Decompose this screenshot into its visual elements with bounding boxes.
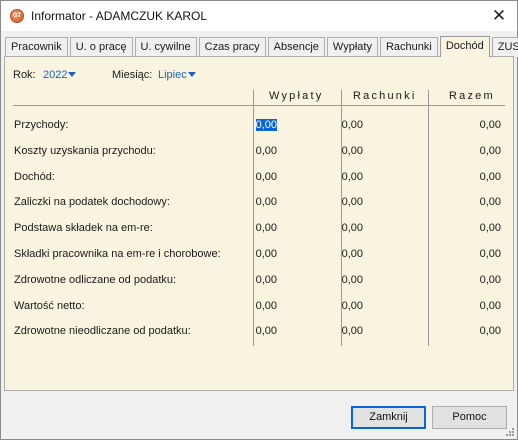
column-header-razem: Razem [449, 90, 495, 102]
row-label: Wartość netto: [14, 300, 85, 312]
value-cell[interactable]: 0,00 [217, 119, 277, 131]
value-text: 0,00 [341, 171, 363, 183]
dochod-panel: Rok: 2022 Miesiąc: Lipiec Wypłaty Rachun… [4, 56, 514, 391]
tab-rachunki[interactable]: Rachunki [379, 37, 438, 57]
value-cell[interactable]: 0,00 [441, 196, 501, 208]
value-cell[interactable]: 0,00 [441, 119, 501, 131]
value-cell[interactable]: 0,00 [303, 119, 363, 131]
value-text: 0,00 [255, 145, 277, 157]
month-label: Miesiąc: [112, 69, 153, 81]
value-cell[interactable]: 0,00 [217, 196, 277, 208]
title-bar: GT Informator - ADAMCZUK KAROL ✕ [1, 1, 517, 31]
value-text: 0,00 [479, 300, 501, 312]
tab-absencje[interactable]: Absencje [267, 37, 325, 57]
tab-dochód[interactable]: Dochód [439, 36, 490, 57]
value-text: 0,00 [255, 222, 277, 234]
value-text: 0,00 [479, 222, 501, 234]
value-cell[interactable]: 0,00 [217, 325, 277, 337]
value-text: 0,00 [341, 145, 363, 157]
value-text: 0,00 [255, 300, 277, 312]
row-label: Zdrowotne nieodliczane od podatku: [14, 325, 191, 337]
column-header-wyplaty: Wypłaty [269, 90, 324, 102]
value-text: 0,00 [255, 325, 277, 337]
value-cell[interactable]: 0,00 [217, 222, 277, 234]
value-text: 0,00 [479, 274, 501, 286]
month-value: Lipiec [158, 69, 187, 81]
month-dropdown[interactable]: Lipiec [158, 69, 196, 81]
value-cell[interactable]: 0,00 [441, 171, 501, 183]
value-cell[interactable]: 0,00 [303, 300, 363, 312]
value-text: 0,00 [479, 145, 501, 157]
column-header-rachunki: Rachunki [353, 90, 417, 102]
tab-strip: Pracownik U. o pracę U. cywilne Czas pracy A… [5, 36, 518, 57]
tab-u-cywilne[interactable]: U. cywilne [134, 37, 197, 57]
value-cell[interactable]: 0,00 [303, 274, 363, 286]
row-label: Składki pracownika na em-re i chorobowe: [14, 248, 221, 260]
tab-czas-pracy[interactable]: Czas pracy [198, 37, 266, 57]
close-icon[interactable]: ✕ [487, 5, 511, 27]
value-text: 0,00 [341, 222, 363, 234]
value-cell[interactable]: 0,00 [217, 274, 277, 286]
value-text: 0,00 [255, 274, 277, 286]
row-label: Podstawa składek na em-re: [14, 222, 153, 234]
year-label: Rok: [13, 69, 36, 81]
value-text: 0,00 [479, 325, 501, 337]
value-text: 0,00 [479, 196, 501, 208]
close-button[interactable]: Zamknij [351, 406, 426, 429]
window-title: Informator - ADAMCZUK KAROL [31, 9, 208, 23]
value-cell[interactable]: 0,00 [303, 171, 363, 183]
row-label: Dochód: [14, 171, 55, 183]
value-text: 0,00 [255, 171, 277, 183]
value-cell[interactable]: 0,00 [303, 196, 363, 208]
value-cell[interactable]: 0,00 [441, 274, 501, 286]
tab-pracownik[interactable]: Pracownik [5, 37, 68, 57]
value-cell[interactable]: 0,00 [441, 145, 501, 157]
value-text: 0,00 [341, 196, 363, 208]
year-dropdown[interactable]: 2022 [43, 69, 77, 81]
value-cell[interactable]: 0,00 [441, 325, 501, 337]
value-text: 0,00 [479, 171, 501, 183]
value-cell[interactable]: 0,00 [217, 300, 277, 312]
header-divider [13, 105, 505, 106]
value-cell[interactable]: 0,00 [441, 248, 501, 260]
value-text: 0,00 [255, 248, 277, 260]
value-cell[interactable]: 0,00 [441, 300, 501, 312]
chevron-down-icon [68, 72, 77, 77]
value-cell[interactable]: 0,00 [303, 222, 363, 234]
value-cell[interactable]: 0,00 [303, 248, 363, 260]
value-cell[interactable]: 0,00 [217, 145, 277, 157]
tab-zus[interactable]: ZUS [491, 37, 518, 57]
row-label: Zdrowotne odliczane od podatku: [14, 274, 177, 286]
tab-wypłaty[interactable]: Wypłaty [326, 37, 378, 57]
row-label: Przychody: [14, 119, 69, 131]
resize-grip-icon[interactable] [504, 426, 514, 436]
value-text: 0,00 [255, 196, 277, 208]
row-label: Zaliczki na podatek dochodowy: [14, 196, 170, 208]
chevron-down-icon [187, 72, 196, 77]
column-divider-3 [428, 90, 429, 346]
row-label: Koszty uzyskania przychodu: [14, 145, 156, 157]
value-cell[interactable]: 0,00 [441, 222, 501, 234]
value-text: 0,00 [341, 119, 363, 131]
value-cell[interactable]: 0,00 [217, 171, 277, 183]
value-text: 0,00 [341, 248, 363, 260]
value-text: 0,00 [341, 325, 363, 337]
help-button[interactable]: Pomoc [432, 406, 507, 429]
value-text: 0,00 [341, 300, 363, 312]
value-cell[interactable]: 0,00 [217, 248, 277, 260]
tab-u-o-pracę[interactable]: U. o pracę [69, 37, 133, 57]
year-value: 2022 [43, 69, 68, 81]
value-cell[interactable]: 0,00 [303, 145, 363, 157]
value-text: 0,00 [255, 119, 277, 131]
app-logo-icon: GT [10, 9, 24, 23]
value-text: 0,00 [341, 274, 363, 286]
value-cell[interactable]: 0,00 [303, 325, 363, 337]
value-text: 0,00 [479, 248, 501, 260]
informator-window: GT Informator - ADAMCZUK KAROL ✕ Pracown… [0, 0, 518, 440]
value-text: 0,00 [479, 119, 501, 131]
